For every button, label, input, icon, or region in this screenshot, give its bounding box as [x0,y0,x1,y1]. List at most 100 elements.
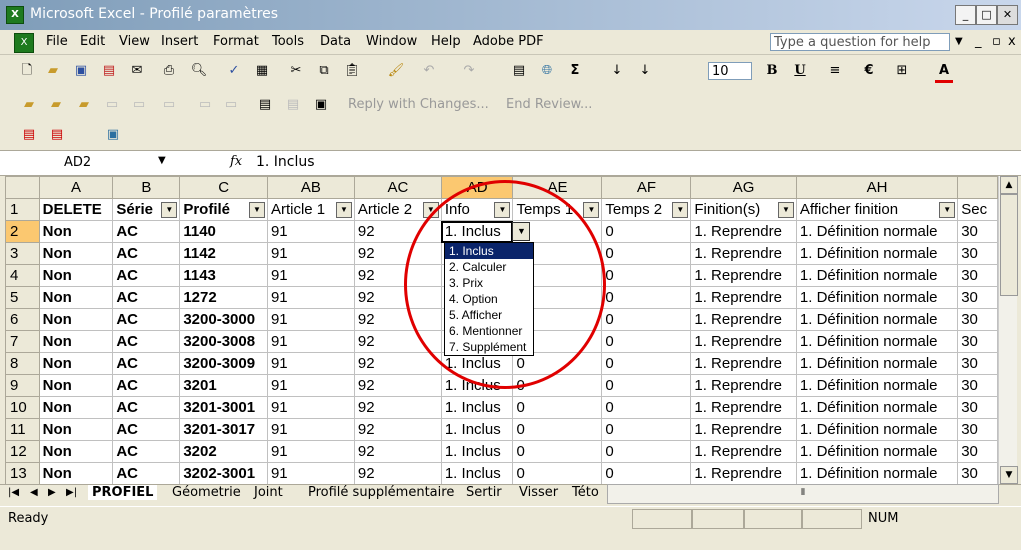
col-header-af[interactable]: AF [601,176,692,199]
cell[interactable]: Non [38,374,114,397]
col-header-b[interactable]: B [112,176,181,199]
borders-icon[interactable]: ⊞ [893,62,911,80]
cell[interactable]: 92 [353,242,442,265]
print-icon[interactable]: ⎙ [160,62,178,80]
cell[interactable]: 30 [957,308,998,331]
cell[interactable]: 0 [601,286,692,309]
cell[interactable]: 91 [266,440,355,463]
col-header-c[interactable]: C [179,176,268,199]
header-cell[interactable]: Sec [957,198,998,221]
menu-data[interactable]: Data [320,34,351,49]
redo-icon[interactable]: ↷ [460,62,478,80]
cell[interactable]: 0 [601,374,692,397]
cell[interactable]: 92 [353,286,442,309]
cell[interactable]: 1. Inclus [440,418,514,441]
email-icon[interactable]: ✉ [128,62,146,80]
cell[interactable]: 1. Reprendre [690,242,797,265]
row-header[interactable]: 10 [5,396,40,419]
cell[interactable]: AC [112,330,181,353]
new-document-icon[interactable]: 🗋 [18,62,36,80]
autofilter-button[interactable]: ▼ [422,202,439,218]
header-cell[interactable]: Finition(s) ▼ [690,198,797,221]
cell[interactable]: 92 [353,396,442,419]
cell[interactable]: 1272 [179,286,268,309]
compare-icon[interactable]: ▤ [284,96,302,114]
cell[interactable]: 1. Reprendre [690,264,797,287]
row-header[interactable]: 8 [5,352,40,375]
validation-dropdown-list[interactable]: 1. Inclus 2. Calculer 3. Prix 4. Option … [444,242,534,356]
format-painter-icon[interactable]: 🖌︎ [387,62,405,80]
tab-geometrie[interactable]: Géometrie [172,485,241,500]
row-header[interactable]: 9 [5,374,40,397]
tab-profile-supplementaire[interactable]: Profilé supplémentaire [308,485,454,500]
header-cell[interactable]: Série ▼ [112,198,181,221]
doc-close-button[interactable]: x [1008,34,1016,49]
horizontal-scrollbar[interactable]: ⦀ [607,484,999,504]
dropdown-option[interactable]: 2. Calculer [445,259,533,275]
menu-view[interactable]: View [119,34,150,49]
cell[interactable]: 0 [601,418,692,441]
col-header-ab[interactable]: AB [266,176,355,199]
dropdown-option[interactable]: 3. Prix [445,275,533,291]
cell[interactable]: 92 [353,374,442,397]
cell[interactable]: 30 [957,352,998,375]
hyperlink-icon[interactable]: 🌐︎ [538,62,556,80]
cell[interactable]: 1. Définition normale [795,286,959,309]
cell[interactable]: 0 [601,396,692,419]
autofilter-button[interactable]: ▼ [248,202,265,218]
name-box[interactable]: AD2 [6,153,176,172]
col-header-ad[interactable]: AD [440,176,514,199]
cell[interactable]: 0 [601,264,692,287]
cell[interactable]: 1. Inclus [440,440,514,463]
maximize-button[interactable]: □ [976,5,997,25]
cell[interactable]: 1. Inclus [440,462,514,484]
next-sheet-icon[interactable]: ▶ [48,487,56,498]
cell[interactable]: 0 [512,374,603,397]
excel-app-icon[interactable]: X [6,6,24,24]
row-header[interactable]: 13 [5,462,40,484]
open-folder-icon[interactable]: ▰ [44,62,62,80]
cell[interactable]: AC [112,308,181,331]
cell[interactable]: 1143 [179,264,268,287]
undo-icon[interactable]: ↶ [420,62,438,80]
menu-help[interactable]: Help [431,34,461,49]
cell[interactable]: 1. Reprendre [690,462,797,484]
cell[interactable]: Non [38,418,114,441]
send-icon[interactable]: ▣ [312,96,330,114]
cell[interactable]: 1. Définition normale [795,220,959,243]
cell[interactable]: 1. Définition normale [795,242,959,265]
header-cell[interactable]: Profilé ▼ [179,198,268,221]
cell[interactable]: AC [112,242,181,265]
header-cell[interactable]: Article 1 ▼ [266,198,355,221]
tab-joint[interactable]: Joint [254,485,283,500]
reject-icon[interactable]: ▭ [222,96,240,114]
cell[interactable]: 92 [353,440,442,463]
cell[interactable]: 91 [266,374,355,397]
close-button[interactable]: ✕ [997,5,1018,25]
active-cell[interactable]: 1. Inclus ▼ [440,220,531,243]
autofilter-button[interactable]: ▼ [335,202,352,218]
cell[interactable]: AC [112,264,181,287]
row-header[interactable]: 12 [5,440,40,463]
cell[interactable]: 91 [266,308,355,331]
cell[interactable]: 1. Définition normale [795,462,959,484]
cell[interactable]: 0 [512,396,603,419]
cell[interactable]: AC [112,374,181,397]
menu-window[interactable]: Window [366,34,417,49]
dropdown-option[interactable]: 7. Supplément [445,339,533,355]
doc-restore-button[interactable]: ▫ [992,34,1001,49]
cell[interactable]: AC [112,220,181,243]
cell[interactable]: 1142 [179,242,268,265]
cell[interactable]: 1. Inclus [440,374,514,397]
cell[interactable]: 91 [266,264,355,287]
cell[interactable]: Non [38,220,114,243]
menu-adobe-pdf[interactable]: Adobe PDF [473,34,544,49]
tab-visser[interactable]: Visser [519,485,558,500]
cell[interactable]: AC [112,396,181,419]
cell[interactable]: 91 [266,418,355,441]
col-header-ac[interactable]: AC [353,176,442,199]
cell[interactable]: 91 [266,242,355,265]
menu-insert[interactable]: Insert [161,34,198,49]
autofilter-button[interactable]: ▼ [161,202,178,218]
cell[interactable]: 1. Définition normale [795,396,959,419]
